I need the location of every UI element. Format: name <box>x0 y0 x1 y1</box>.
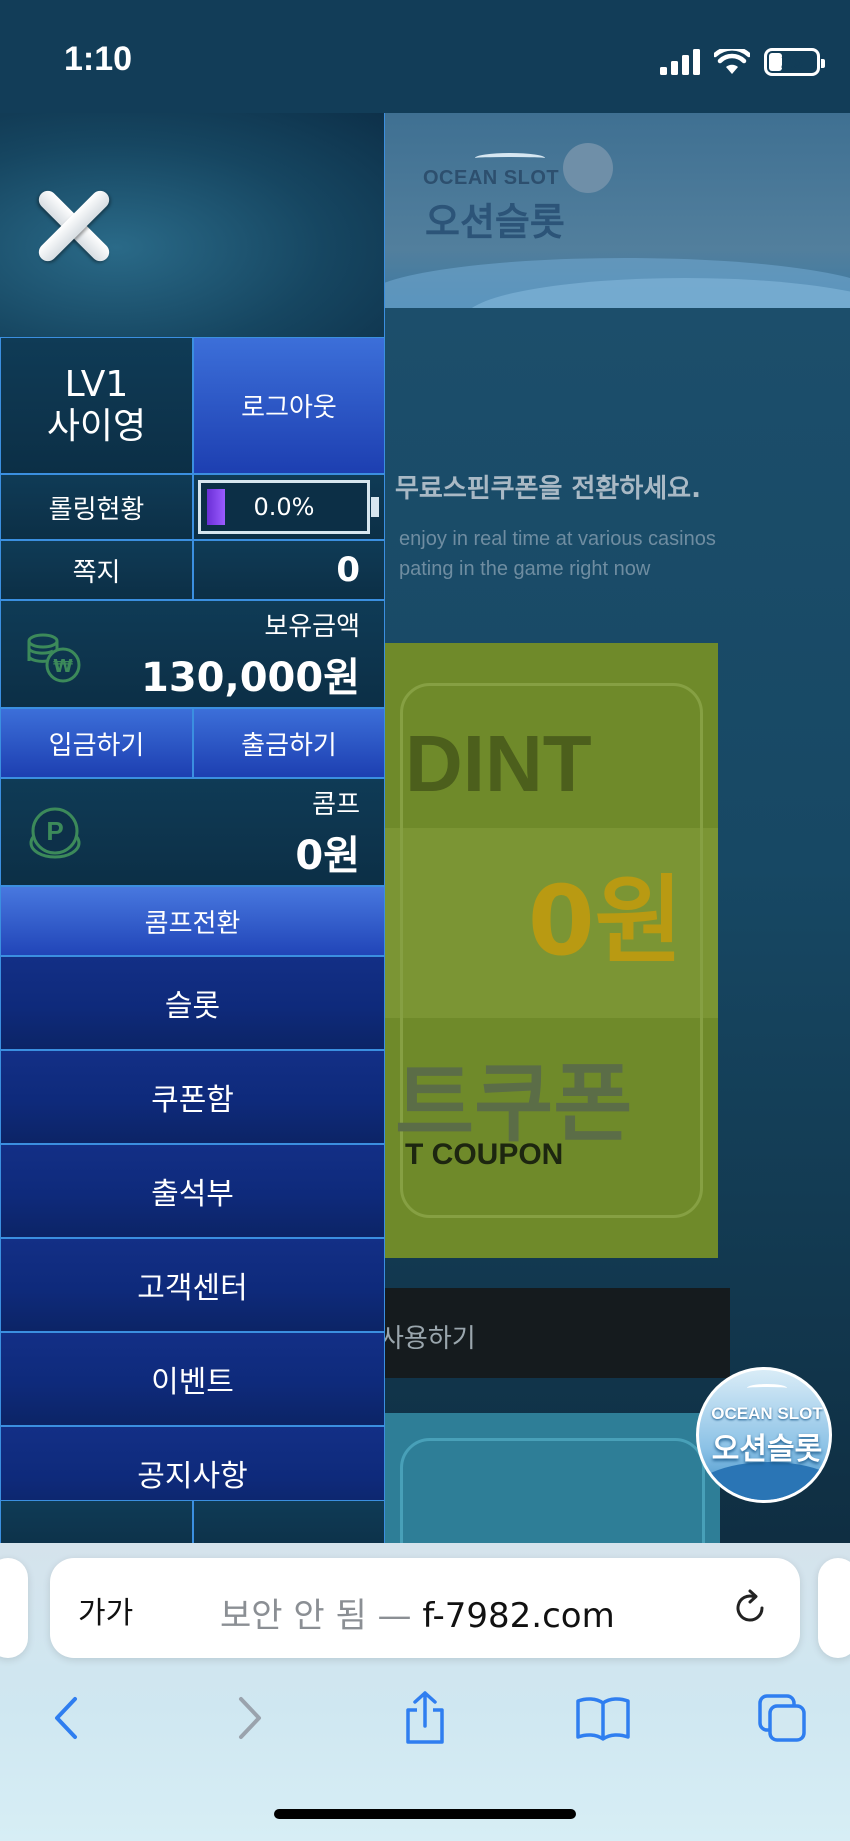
comp-convert-button[interactable]: 콤프전환 <box>0 886 384 956</box>
seagull-icon <box>475 153 545 163</box>
home-indicator <box>274 1809 576 1819</box>
logout-button[interactable]: 로그아웃 <box>193 337 384 474</box>
share-icon <box>406 1691 444 1744</box>
reload-icon[interactable] <box>728 1586 772 1630</box>
comp-label: 콤프 <box>312 789 360 820</box>
user-info: LV1 사이영 <box>0 337 193 474</box>
use-coupon-label: 사용하기 <box>380 1324 476 1354</box>
drawer-bottom-row <box>0 1500 384 1543</box>
previous-tab-pill[interactable] <box>0 1558 28 1658</box>
note-label: 쪽지 <box>0 540 193 600</box>
menu-item-customer-center[interactable]: 고객센터 <box>0 1238 384 1332</box>
wifi-icon <box>714 49 750 74</box>
user-name: 사이영 <box>46 405 147 447</box>
battery-level: 26 <box>780 50 804 73</box>
menu-item-slot[interactable]: 슬롯 <box>0 956 384 1050</box>
security-warning: 보안 안 됨 — <box>220 1596 423 1636</box>
side-drawer: LV1 사이영 로그아웃 롤링현황 0.0% 쪽지 0 ₩ 보유금액 130,0… <box>0 113 385 1543</box>
status-bar: 1:10 26 <box>0 0 850 113</box>
status-icons: 26 <box>660 44 825 80</box>
balance-label: 보유금액 <box>264 611 360 642</box>
coupon-label-en: T COUPON <box>405 1138 564 1171</box>
next-tab-pill[interactable] <box>818 1558 850 1658</box>
svg-text:₩: ₩ <box>53 656 73 677</box>
point-coupon-card: DINT 0원 트쿠폰 T COUPON <box>385 643 718 1258</box>
page-subtext: enjoy in real time at various casinos <box>399 528 716 550</box>
comp-row: P 콤프 0원 <box>0 778 384 886</box>
tabs-icon <box>758 1694 806 1742</box>
coupon-card <box>385 1413 720 1573</box>
comp-cell: P 콤프 0원 <box>0 778 384 886</box>
close-icon[interactable] <box>32 183 116 267</box>
balance-cell: ₩ 보유금액 130,000원 <box>0 600 384 708</box>
text-size-button[interactable]: 가가 <box>78 1588 133 1632</box>
point-coin-icon: P <box>29 807 81 859</box>
forward-button[interactable] <box>210 1678 290 1758</box>
status-time: 1:10 <box>64 40 133 78</box>
use-coupon-button[interactable]: 사용하기 <box>380 1288 730 1378</box>
battery-icon: 26 <box>764 48 825 76</box>
site-logo-ko: 오션슬롯 <box>425 200 565 244</box>
bank-row: 입금하기 출금하기 <box>0 708 384 778</box>
bookmarks-button[interactable] <box>563 1678 643 1758</box>
drawer-bottom-cell[interactable] <box>193 1500 384 1543</box>
rolling-row: 롤링현황 0.0% <box>0 474 384 540</box>
comp-amount: 0원 <box>295 832 360 879</box>
url-host: f-7982.com <box>422 1596 615 1636</box>
note-count: 0 <box>193 540 384 600</box>
balance-amount: 130,000원 <box>141 654 360 701</box>
rolling-progress-cell: 0.0% <box>193 474 384 540</box>
floating-logo-button[interactable]: OCEAN SLOT 오션슬롯 <box>696 1367 832 1503</box>
rolling-progress-bar: 0.0% <box>198 480 379 534</box>
url-text: 보안 안 됨 — f-7982.com <box>220 1588 615 1637</box>
book-icon <box>576 1697 630 1741</box>
menu-item-attendance[interactable]: 출석부 <box>0 1144 384 1238</box>
tabs-button[interactable] <box>742 1678 822 1758</box>
note-row[interactable]: 쪽지 0 <box>0 540 384 600</box>
withdraw-button[interactable]: 출금하기 <box>193 708 384 778</box>
drawer-bottom-cell[interactable] <box>0 1500 193 1543</box>
drawer-header <box>0 113 384 337</box>
coupon-amount: 0원 <box>527 865 683 977</box>
cellular-signal-icon <box>660 49 700 75</box>
logo-badge-icon <box>563 143 613 193</box>
svg-text:P: P <box>46 816 63 846</box>
browser-bottom-bar: 가가 보안 안 됨 — f-7982.com <box>0 1543 850 1841</box>
floating-logo-ko: 오션슬롯 <box>711 1432 823 1467</box>
deposit-button[interactable]: 입금하기 <box>0 708 193 778</box>
user-level: LV1 <box>64 363 129 405</box>
chevron-right-icon <box>239 1697 261 1739</box>
comp-convert-row: 콤프전환 <box>0 886 384 956</box>
coins-won-icon: ₩ <box>27 633 81 683</box>
menu-item-event[interactable]: 이벤트 <box>0 1332 384 1426</box>
back-button[interactable] <box>26 1678 106 1758</box>
rolling-value: 0.0% <box>253 493 315 521</box>
page-headline: 무료스핀쿠폰을 전환하세요. <box>395 474 701 504</box>
chevron-left-icon <box>55 1697 77 1739</box>
page-subtext: pating in the game right now <box>399 558 651 580</box>
address-bar[interactable]: 가가 보안 안 됨 — f-7982.com <box>50 1558 800 1658</box>
rolling-progress-fill <box>207 489 225 525</box>
floating-logo-en: OCEAN SLOT <box>711 1404 823 1423</box>
coupon-title: DINT <box>405 719 592 808</box>
site-main: 무료스핀쿠폰을 전환하세요. enjoy in real time at var… <box>380 308 850 1573</box>
rolling-label: 롤링현황 <box>0 474 193 540</box>
site-header: OCEAN SLOT 오션슬롯 <box>385 113 850 308</box>
site-logo-en: OCEAN SLOT <box>423 167 560 189</box>
balance-row: ₩ 보유금액 130,000원 <box>0 600 384 708</box>
menu-item-coupon-box[interactable]: 쿠폰함 <box>0 1050 384 1144</box>
share-button[interactable] <box>385 1678 465 1758</box>
seagull-icon <box>747 1384 787 1392</box>
user-row: LV1 사이영 로그아웃 <box>0 337 384 474</box>
browser-toolbar <box>0 1678 850 1758</box>
